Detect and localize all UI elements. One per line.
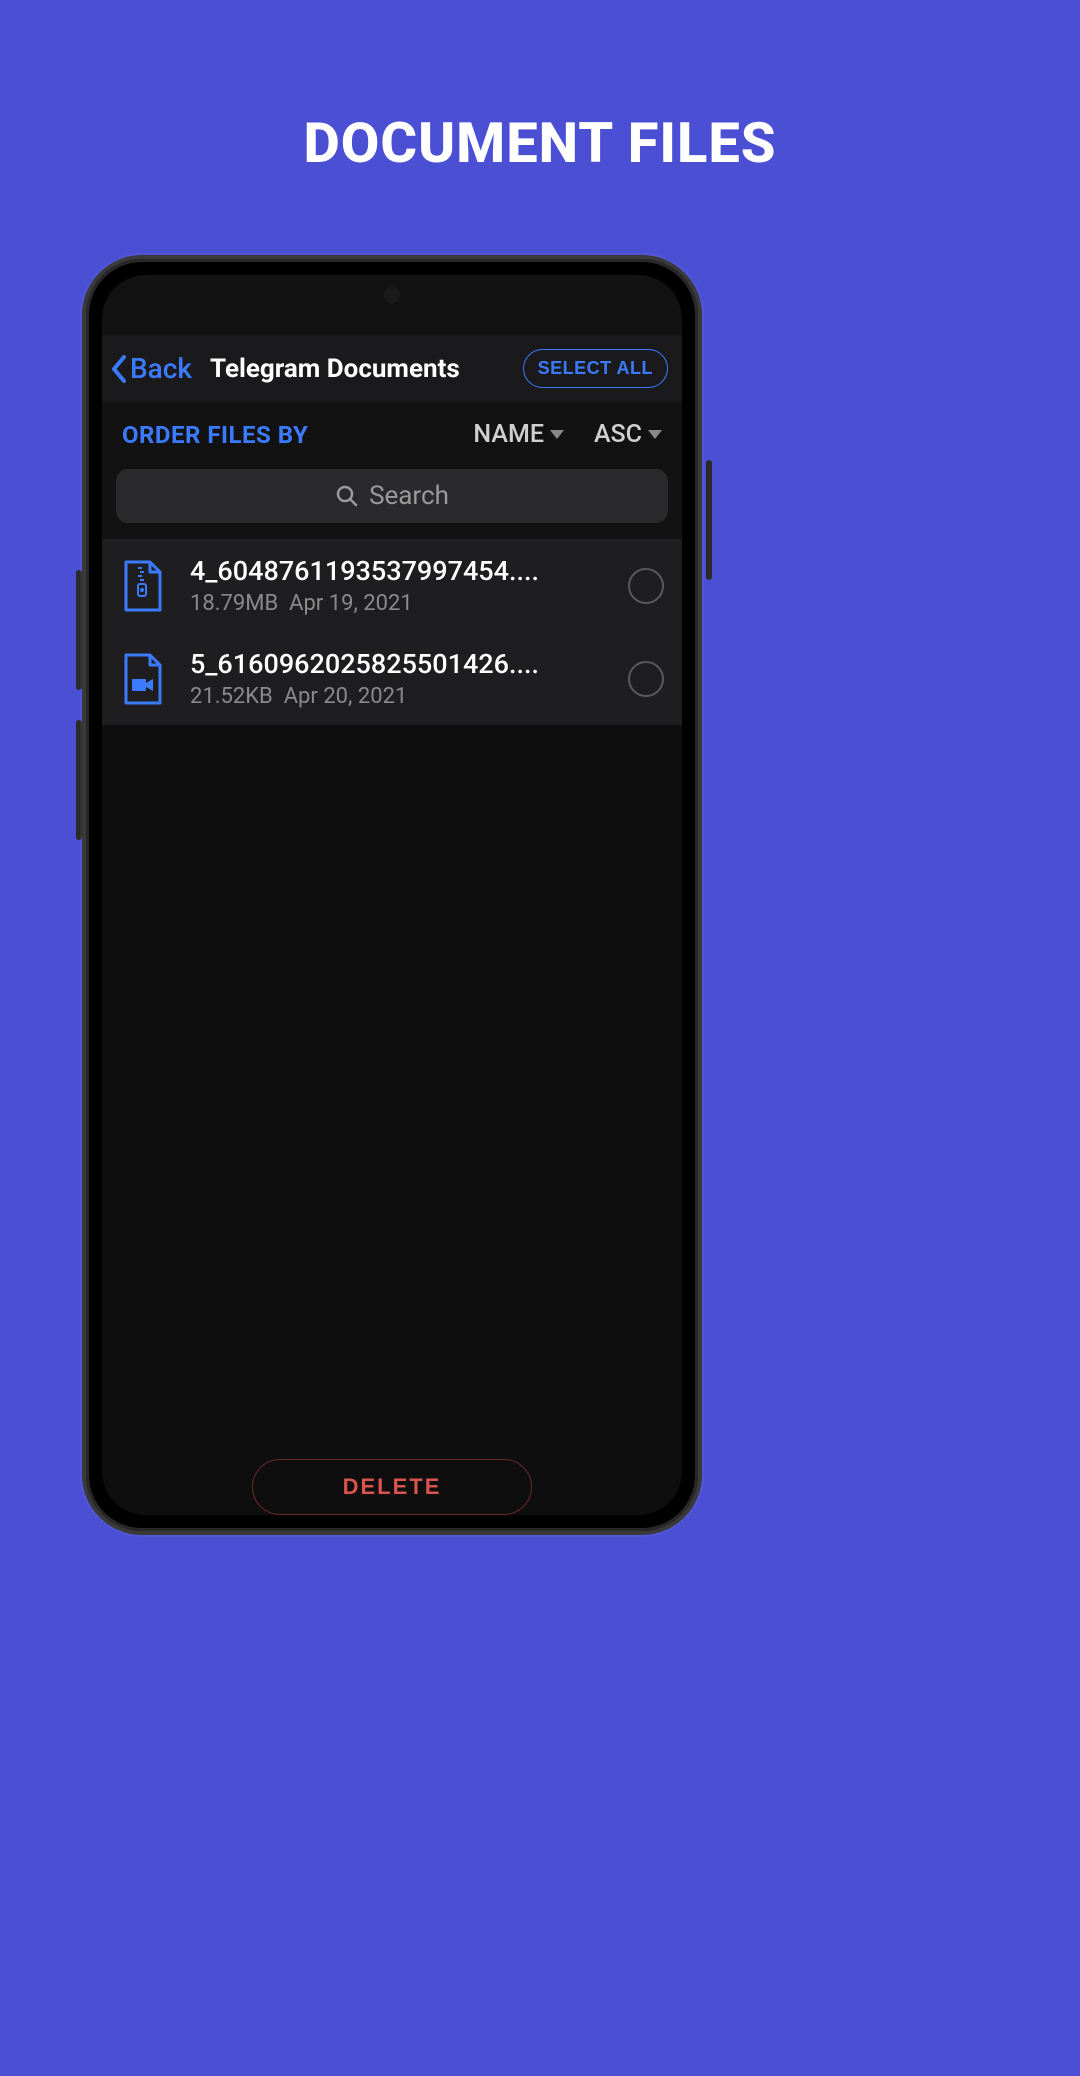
bottom-action-bar: DELETE: [102, 1445, 682, 1515]
app-screen: Back Telegram Documents SELECT ALL ORDER…: [102, 275, 682, 1515]
sort-field-dropdown[interactable]: NAME: [473, 420, 564, 449]
zip-file-icon: [120, 560, 166, 612]
file-list: 4_6048761193537997454.... 18.79MB Apr 19…: [102, 539, 682, 725]
sort-bar: ORDER FILES BY NAME ASC: [102, 402, 682, 469]
file-meta: 18.79MB Apr 19, 2021: [190, 591, 604, 616]
phone-side-button: [706, 460, 712, 580]
delete-button[interactable]: DELETE: [252, 1459, 533, 1515]
search-icon: [335, 484, 359, 508]
list-item[interactable]: 4_6048761193537997454.... 18.79MB Apr 19…: [102, 539, 682, 632]
header-title: Telegram Documents: [210, 354, 523, 384]
sort-field-value: NAME: [473, 420, 544, 449]
list-item[interactable]: 5_6160962025825501426.... 21.52KB Apr 20…: [102, 632, 682, 725]
chevron-down-icon: [648, 430, 662, 439]
back-label: Back: [130, 352, 192, 385]
file-text: 5_6160962025825501426.... 21.52KB Apr 20…: [190, 648, 604, 709]
chevron-down-icon: [550, 430, 564, 439]
video-file-icon: [120, 653, 166, 705]
app-header: Back Telegram Documents SELECT ALL: [102, 335, 682, 402]
sort-direction-dropdown[interactable]: ASC: [594, 420, 662, 449]
order-by-label: ORDER FILES BY: [122, 421, 443, 449]
file-text: 4_6048761193537997454.... 18.79MB Apr 19…: [190, 555, 604, 616]
chevron-left-icon: [110, 354, 128, 384]
select-all-button[interactable]: SELECT ALL: [523, 349, 668, 388]
search-input[interactable]: Search: [116, 469, 668, 523]
page-title: DOCUMENT FILES: [0, 0, 1080, 176]
phone-camera: [384, 287, 400, 303]
phone-frame: Back Telegram Documents SELECT ALL ORDER…: [82, 255, 702, 1535]
search-placeholder: Search: [369, 481, 449, 511]
file-name: 4_6048761193537997454....: [190, 555, 604, 587]
search-wrapper: Search: [102, 469, 682, 539]
selection-checkbox[interactable]: [628, 661, 664, 697]
selection-checkbox[interactable]: [628, 568, 664, 604]
content-background: [102, 725, 682, 1445]
sort-direction-value: ASC: [594, 420, 642, 449]
status-bar-spacer: [102, 275, 682, 335]
file-name: 5_6160962025825501426....: [190, 648, 604, 680]
file-meta: 21.52KB Apr 20, 2021: [190, 684, 604, 709]
back-button[interactable]: Back: [110, 352, 192, 385]
